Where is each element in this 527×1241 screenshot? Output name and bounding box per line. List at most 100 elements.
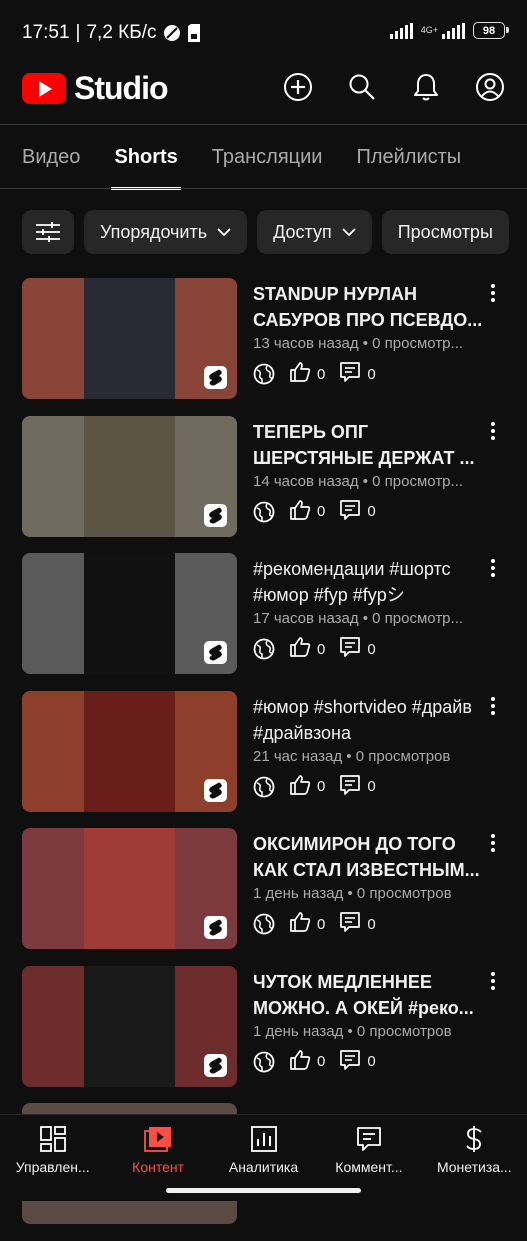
video-row[interactable]: ТЕПЕРЬ ОПГ ШЕРСТЯНЫЕ ДЕРЖАТ ... 14 часов … (0, 415, 527, 554)
signal-icon-2 (442, 22, 465, 39)
video-thumbnail[interactable] (22, 828, 237, 949)
like-icon (289, 774, 311, 800)
comment-icon (339, 636, 361, 662)
access-chip-label: Доступ (273, 221, 332, 242)
nav-monetization[interactable]: Монетиза... (422, 1115, 527, 1175)
sort-chip[interactable]: Упорядочить (84, 210, 248, 254)
video-title[interactable]: #юмор #shortvideo #драйв #драйвзона (253, 694, 485, 746)
chevron-down-icon (342, 227, 356, 236)
tab-playlists[interactable]: Плейлисты (356, 126, 461, 188)
account-icon[interactable] (475, 72, 505, 102)
nav-analytics[interactable]: Аналитика (211, 1115, 316, 1175)
brand-name: Studio (74, 70, 169, 106)
comment-icon (339, 499, 361, 525)
dollar-icon (464, 1125, 484, 1153)
video-meta: 14 часов назад • 0 просмотр... (253, 472, 464, 490)
nav-dashboard[interactable]: Управлен... (0, 1115, 105, 1175)
nav-monetization-label: Монетиза... (436, 1159, 512, 1175)
likes-stat: 0 (289, 911, 325, 937)
video-thumbnail[interactable] (22, 965, 237, 1087)
video-stats: 00 (253, 361, 376, 387)
shorts-icon (204, 503, 227, 527)
home-indicator[interactable] (166, 1188, 361, 1193)
video-row[interactable]: STANDUP НУРЛАН САБУРОВ ПРО ПСЕВДО... 13 ч… (0, 278, 527, 416)
video-stats: 00 (253, 499, 376, 525)
video-thumbnail[interactable] (22, 553, 237, 674)
create-icon[interactable] (283, 72, 313, 102)
video-row[interactable]: ЧУТОК МЕДЛЕННЕЕ МОЖНО. А ОКЕЙ #реко... 1 … (0, 965, 527, 1104)
chevron-down-icon (217, 227, 231, 236)
like-icon (289, 636, 311, 662)
shorts-icon (204, 366, 227, 389)
more-options-icon[interactable] (485, 282, 501, 304)
filter-bar: Упорядочить Доступ Просмотры (22, 210, 527, 254)
analytics-icon (250, 1125, 277, 1153)
video-thumbnail[interactable] (22, 690, 237, 812)
comments-stat: 0 (339, 911, 376, 937)
more-options-icon[interactable] (485, 557, 501, 579)
video-title[interactable]: STANDUP НУРЛАН САБУРОВ ПРО ПСЕВДО... (253, 281, 485, 333)
more-options-icon[interactable] (485, 695, 501, 717)
comments-count: 0 (367, 778, 376, 795)
likes-stat: 0 (289, 361, 325, 387)
thumbnail-frame (84, 828, 175, 949)
video-thumbnail[interactable] (22, 415, 237, 537)
header-actions (283, 72, 505, 102)
like-icon (289, 361, 311, 387)
thumbnail-frame (84, 278, 175, 399)
nav-comments[interactable]: Коммент... (316, 1115, 421, 1175)
comments-stat: 0 (339, 1049, 376, 1075)
nav-content-label: Контент (132, 1159, 185, 1175)
nav-dashboard-label: Управлен... (15, 1159, 90, 1175)
status-speed: 7,2 КБ/с (86, 22, 157, 43)
tab-videos[interactable]: Видео (22, 126, 80, 188)
nav-comments-label: Коммент... (335, 1159, 403, 1175)
visibility-globe-icon (253, 913, 275, 935)
visibility-globe-icon (253, 363, 275, 385)
likes-count: 0 (317, 640, 326, 658)
video-thumbnail[interactable] (22, 278, 237, 399)
tab-shorts[interactable]: Shorts (111, 126, 182, 190)
video-title[interactable]: ТЕПЕРЬ ОПГ ШЕРСТЯНЫЕ ДЕРЖАТ ... (253, 419, 485, 471)
comments-stat: 0 (339, 774, 376, 800)
video-stats: 00 (253, 911, 376, 937)
video-title[interactable]: #рекомендации #шортс #юмор #fyp #fypシ (253, 556, 485, 608)
video-title[interactable]: ОКСИМИРОН ДО ТОГО КАК СТАЛ ИЗВЕСТНЫМ... (253, 831, 485, 883)
status-bar: 17:51 | 7,2 КБ/с 4G+ 98 (0, 0, 527, 60)
tab-live[interactable]: Трансляции (212, 126, 323, 188)
more-options-icon[interactable] (485, 970, 501, 992)
network-type: 4G+ (421, 26, 438, 35)
views-chip[interactable]: Просмотры (381, 210, 509, 254)
likes-stat: 0 (289, 1049, 325, 1075)
thumbnail-frame (84, 415, 175, 537)
video-row[interactable]: #юмор #shortvideo #драйв #драйвзона 21 ча… (0, 690, 527, 829)
likes-count: 0 (317, 778, 326, 795)
likes-stat: 0 (289, 636, 325, 662)
shorts-list: STANDUP НУРЛАН САБУРОВ ПРО ПСЕВДО... 13 ч… (0, 278, 527, 1241)
content-tabs: Видео Shorts Трансляции Плейлисты (0, 126, 527, 190)
nav-content[interactable]: Контент (105, 1115, 210, 1175)
shorts-icon (204, 641, 227, 664)
access-chip[interactable]: Доступ (257, 210, 372, 254)
video-row[interactable]: #рекомендации #шортс #юмор #fyp #fypシ 17 … (0, 553, 527, 691)
likes-stat: 0 (289, 774, 325, 800)
comment-icon (339, 774, 361, 800)
video-row[interactable]: ОКСИМИРОН ДО ТОГО КАК СТАЛ ИЗВЕСТНЫМ... 1… (0, 828, 527, 966)
comments-count: 0 (367, 365, 376, 383)
more-options-icon[interactable] (485, 832, 501, 854)
comment-icon (339, 361, 361, 387)
header-divider (0, 124, 527, 125)
comments-stat: 0 (339, 499, 376, 525)
video-meta: 17 часов назад • 0 просмотр... (253, 610, 464, 627)
filter-settings-button[interactable] (22, 210, 74, 254)
comments-count: 0 (367, 640, 376, 658)
like-icon (289, 911, 311, 937)
video-title[interactable]: ЧУТОК МЕДЛЕННЕЕ МОЖНО. А ОКЕЙ #реко... (253, 969, 485, 1021)
status-right: 4G+ 98 (389, 22, 509, 39)
search-icon[interactable] (347, 72, 377, 102)
dashboard-icon (39, 1125, 66, 1153)
bell-icon[interactable] (411, 72, 441, 102)
more-options-icon[interactable] (485, 420, 501, 442)
battery-level: 98 (482, 24, 496, 37)
comment-icon (339, 911, 361, 937)
